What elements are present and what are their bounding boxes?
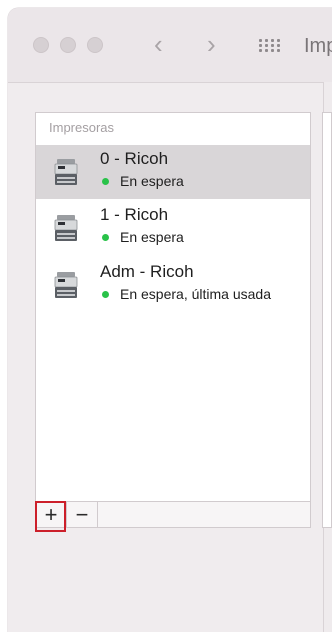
back-button[interactable]: ‹ — [154, 30, 163, 58]
printer-icon — [54, 215, 78, 241]
add-button-highlight — [35, 501, 66, 532]
close-window-button[interactable] — [33, 37, 49, 53]
status-dot-icon — [102, 178, 109, 185]
printer-name: Adm - Ricoh — [100, 262, 194, 281]
printer-list: Impresoras 0 - Ricoh En espera 1 - Ricoh… — [35, 112, 311, 502]
printer-list-toolbar: + − — [35, 501, 311, 528]
printer-icon — [54, 159, 78, 185]
status-dot-icon — [102, 234, 109, 241]
printer-name: 1 - Ricoh — [100, 205, 169, 224]
printer-status: En espera — [120, 173, 184, 189]
title-bar: ‹ › Imp — [8, 8, 332, 83]
printer-list-header: Impresoras — [49, 120, 115, 135]
remove-printer-button[interactable]: − — [67, 502, 98, 527]
printer-name: 0 - Ricoh — [100, 149, 169, 168]
window-title: Imp — [304, 35, 332, 57]
show-all-grid-icon[interactable] — [259, 39, 280, 53]
printer-status: En espera, última usada — [120, 286, 271, 302]
printer-item-1-ricoh[interactable]: 1 - Ricoh En espera — [36, 201, 310, 255]
printer-icon — [54, 272, 78, 298]
printer-item-adm-ricoh[interactable]: Adm - Ricoh En espera, última usada — [36, 258, 310, 312]
zoom-window-button[interactable] — [87, 37, 103, 53]
forward-button[interactable]: › — [207, 30, 216, 58]
detail-panel-edge — [322, 112, 332, 528]
printer-item-0-ricoh[interactable]: 0 - Ricoh En espera — [36, 145, 310, 199]
minimize-window-button[interactable] — [60, 37, 76, 53]
status-dot-icon — [102, 291, 109, 298]
printer-status: En espera — [120, 229, 184, 245]
